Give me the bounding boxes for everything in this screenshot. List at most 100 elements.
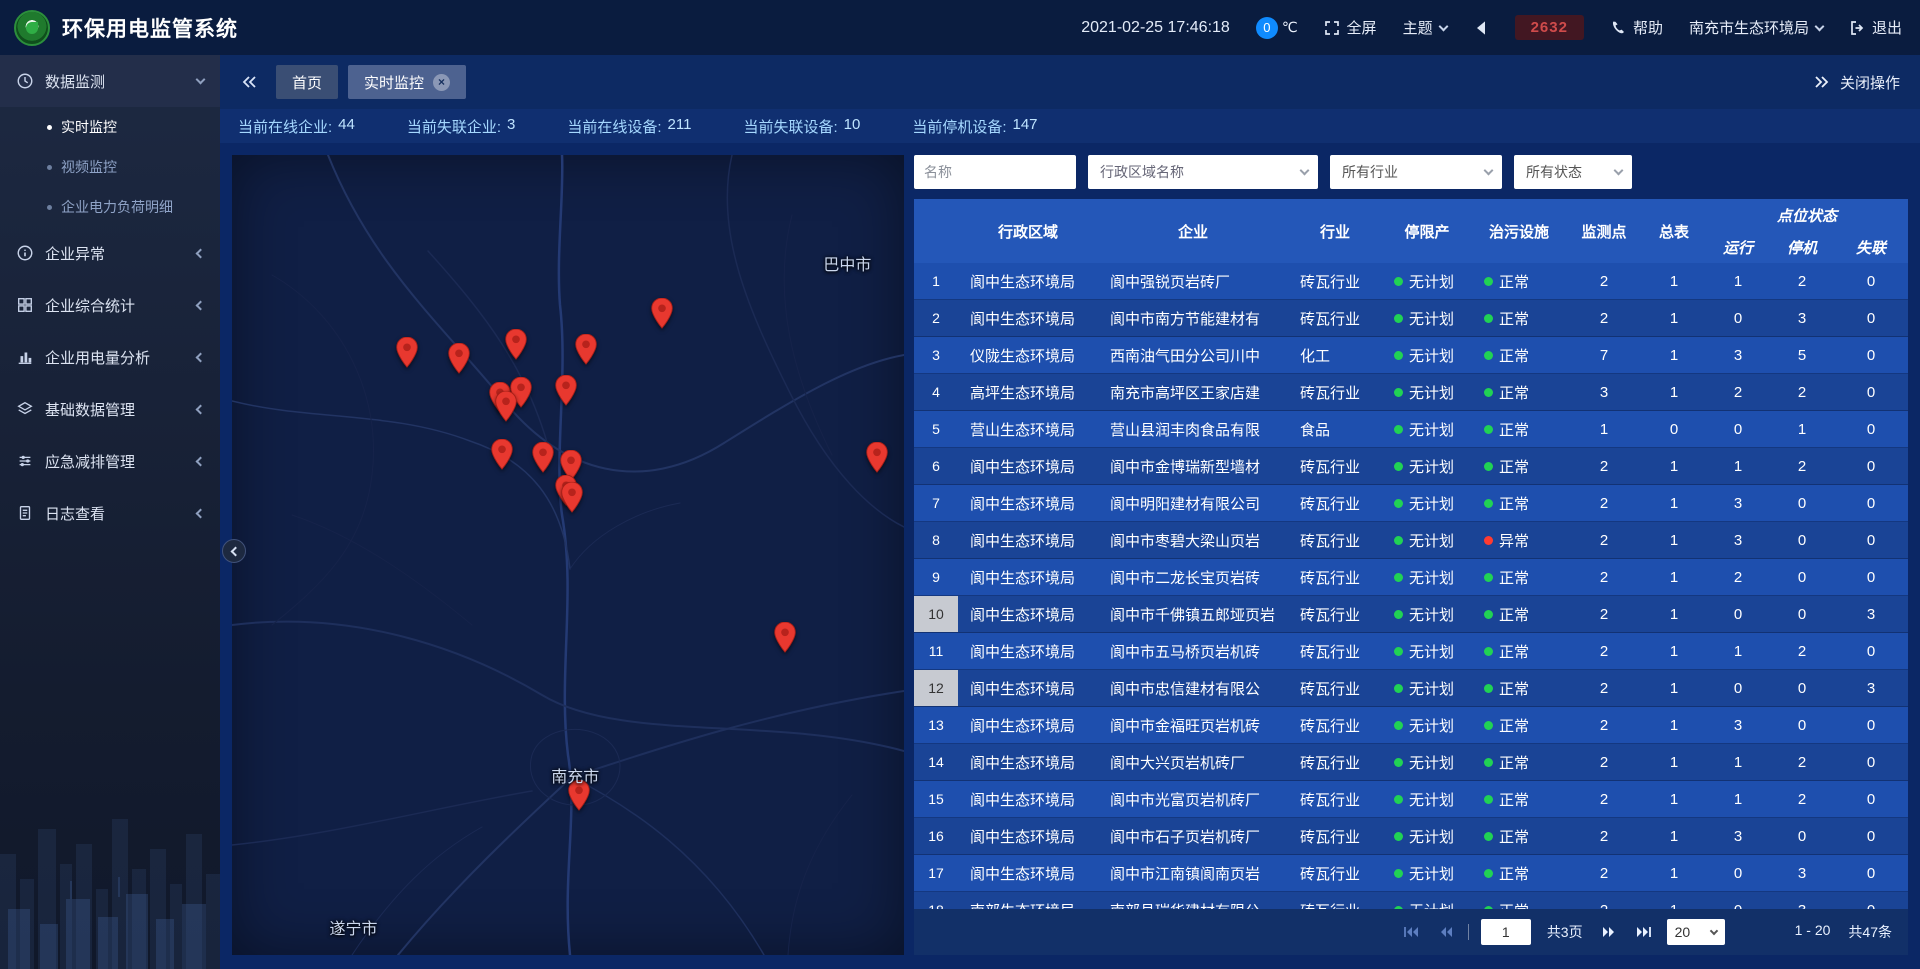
cell-points: 2: [1566, 559, 1642, 595]
cell-limit: 无计划: [1382, 374, 1472, 410]
map-pin-icon[interactable]: [555, 375, 577, 406]
status-ok-dot: [1394, 832, 1403, 841]
announcement-count-badge[interactable]: 2632: [1515, 15, 1584, 40]
cell-run: 1: [1706, 633, 1770, 669]
name-filter-input[interactable]: [914, 155, 1076, 189]
sidebar-item[interactable]: 实时监控: [0, 107, 220, 147]
sidebar-group-6[interactable]: 应急减排管理: [0, 435, 220, 487]
cell-run: 3: [1706, 485, 1770, 521]
map-pin-icon[interactable]: [532, 442, 554, 473]
cell-facility: 正常: [1472, 485, 1566, 521]
sidebar-group-2[interactable]: 企业异常: [0, 227, 220, 279]
table-row[interactable]: 7阆中生态环境局阆中明阳建材有限公司砖瓦行业无计划正常21300: [914, 485, 1908, 522]
table-row[interactable]: 2阆中生态环境局阆中市南方节能建材有砖瓦行业无计划正常21030: [914, 300, 1908, 337]
table-row[interactable]: 17阆中生态环境局阆中市江南镇阆南页岩砖瓦行业无计划正常21030: [914, 855, 1908, 892]
cell-region: 阆中生态环境局: [958, 596, 1098, 632]
announcement-prev-button[interactable]: [1473, 20, 1489, 36]
skyline-decoration: [0, 759, 220, 969]
sidebar-group-3[interactable]: 企业综合统计: [0, 279, 220, 331]
status-error-dot: [1484, 536, 1493, 545]
sidebar-group-7[interactable]: 日志查看: [0, 487, 220, 539]
map-pin-icon[interactable]: [396, 337, 418, 368]
page-size-select[interactable]: 20: [1667, 919, 1725, 945]
cell-facility: 正常: [1472, 707, 1566, 743]
tab-首页[interactable]: 首页: [276, 65, 338, 99]
sidebar-item[interactable]: 视频监控: [0, 147, 220, 187]
page-number-input[interactable]: [1481, 919, 1531, 945]
table-row[interactable]: 11阆中生态环境局阆中市五马桥页岩机砖砖瓦行业无计划正常21120: [914, 633, 1908, 670]
city-label: 遂宁市: [329, 915, 377, 939]
table-row[interactable]: 18南部生态环境局南部县瑞华建材有限公砖瓦行业无计划正常21030: [914, 892, 1908, 909]
map-pin-icon[interactable]: [651, 298, 673, 329]
map-panel[interactable]: 巴中市南充市遂宁市: [232, 155, 904, 955]
last-page-button[interactable]: [1633, 923, 1655, 941]
theme-dropdown[interactable]: 主题: [1403, 17, 1447, 38]
table-row[interactable]: 3仪陇生态环境局西南油气田分公司川中化工无计划正常71350: [914, 337, 1908, 374]
cell-company: 南充市高坪区王家店建: [1098, 374, 1288, 410]
industry-filter-value: 所有行业: [1342, 162, 1398, 182]
col-header-meters: 总表: [1642, 199, 1706, 263]
cell-points: 2: [1566, 485, 1642, 521]
map-pin-icon[interactable]: [866, 442, 888, 473]
cell-run: 3: [1706, 818, 1770, 854]
map-pin-icon[interactable]: [575, 334, 597, 365]
first-page-button[interactable]: [1400, 923, 1422, 941]
logout-button[interactable]: 退出: [1849, 17, 1902, 38]
table-row[interactable]: 4高坪生态环境局南充市高坪区王家店建砖瓦行业无计划正常31220: [914, 374, 1908, 411]
tab-实时监控[interactable]: 实时监控×: [348, 65, 466, 99]
close-operations-button[interactable]: 关闭操作: [1814, 72, 1900, 93]
cell-run: 0: [1706, 855, 1770, 891]
app-logo-icon: [14, 10, 50, 46]
table-row[interactable]: 10阆中生态环境局阆中市千佛镇五郎垭页岩砖瓦行业无计划正常21003: [914, 596, 1908, 633]
announcement-prev-icon: [1473, 20, 1489, 36]
sidebar-group-1[interactable]: 数据监测: [0, 55, 220, 107]
cell-run: 3: [1706, 707, 1770, 743]
table-row[interactable]: 8阆中生态环境局阆中市枣碧大梁山页岩砖瓦行业无计划异常21300: [914, 522, 1908, 559]
top-header: 环保用电监管系统 2021-02-25 17:46:18 0 ℃ 全屏 主题: [0, 0, 1920, 55]
cell-stop: 2: [1770, 448, 1834, 484]
tab-bar: 首页实时监控× 关闭操作: [220, 55, 1920, 109]
table-row[interactable]: 5营山生态环境局营山县润丰肉食品有限食品无计划正常10010: [914, 411, 1908, 448]
chevron-down-icon: [1709, 926, 1717, 934]
map-pin-icon[interactable]: [774, 622, 796, 653]
map-collapse-button[interactable]: [222, 539, 246, 563]
sidebar-group-5[interactable]: 基础数据管理: [0, 383, 220, 435]
table-row[interactable]: 6阆中生态环境局阆中市金博瑞新型墙材砖瓦行业无计划正常21120: [914, 448, 1908, 485]
table-row[interactable]: 9阆中生态环境局阆中市二龙长宝页岩砖砖瓦行业无计划正常21200: [914, 559, 1908, 596]
sidebar-group-4[interactable]: 企业用电量分析: [0, 331, 220, 383]
sidebar-item[interactable]: 企业电力负荷明细: [0, 187, 220, 227]
org-dropdown[interactable]: 南充市生态环境局: [1689, 17, 1823, 38]
table-row[interactable]: 15阆中生态环境局阆中市光富页岩机砖厂砖瓦行业无计划正常21120: [914, 781, 1908, 818]
map-pin-icon[interactable]: [505, 329, 527, 360]
industry-filter-select[interactable]: 所有行业: [1330, 155, 1502, 189]
next-page-button[interactable]: [1599, 923, 1621, 941]
col-header-limit: 停限产: [1382, 199, 1472, 263]
help-button[interactable]: 帮助: [1610, 17, 1663, 38]
cell-stop: 0: [1770, 596, 1834, 632]
table-row[interactable]: 13阆中生态环境局阆中市金福旺页岩机砖砖瓦行业无计划正常21300: [914, 707, 1908, 744]
cell-stop: 0: [1770, 522, 1834, 558]
map-pin-icon[interactable]: [491, 439, 513, 470]
prev-page-button[interactable]: [1434, 923, 1456, 941]
close-icon[interactable]: ×: [433, 74, 450, 91]
map-pin-icon[interactable]: [495, 391, 517, 422]
table-row[interactable]: 14阆中生态环境局阆中大兴页岩机砖厂砖瓦行业无计划正常21120: [914, 744, 1908, 781]
table-row[interactable]: 16阆中生态环境局阆中市石子页岩机砖厂砖瓦行业无计划正常21300: [914, 818, 1908, 855]
log-icon: [16, 504, 34, 522]
map-canvas[interactable]: 巴中市南充市遂宁市: [232, 155, 904, 955]
cell-company: 阆中市千佛镇五郎垭页岩: [1098, 596, 1288, 632]
map-pin-icon[interactable]: [448, 343, 470, 374]
status-filter-select[interactable]: 所有状态: [1514, 155, 1632, 189]
cell-limit: 无计划: [1382, 670, 1472, 706]
status-ok-dot: [1394, 610, 1403, 619]
fullscreen-button[interactable]: 全屏: [1324, 17, 1377, 38]
region-filter-select[interactable]: 行政区域名称: [1088, 155, 1318, 189]
gauge-icon: [16, 72, 34, 90]
map-pin-icon[interactable]: [561, 482, 583, 513]
table-row[interactable]: 1阆中生态环境局阆中强锐页岩砖厂砖瓦行业无计划正常21120: [914, 263, 1908, 300]
tabs-scroll-left-button[interactable]: [234, 68, 264, 96]
cell-points: 2: [1566, 448, 1642, 484]
cell-industry: 砖瓦行业: [1288, 670, 1382, 706]
table-row[interactable]: 12阆中生态环境局阆中市忠信建材有限公砖瓦行业无计划正常21003: [914, 670, 1908, 707]
row-number: 10: [914, 596, 958, 632]
